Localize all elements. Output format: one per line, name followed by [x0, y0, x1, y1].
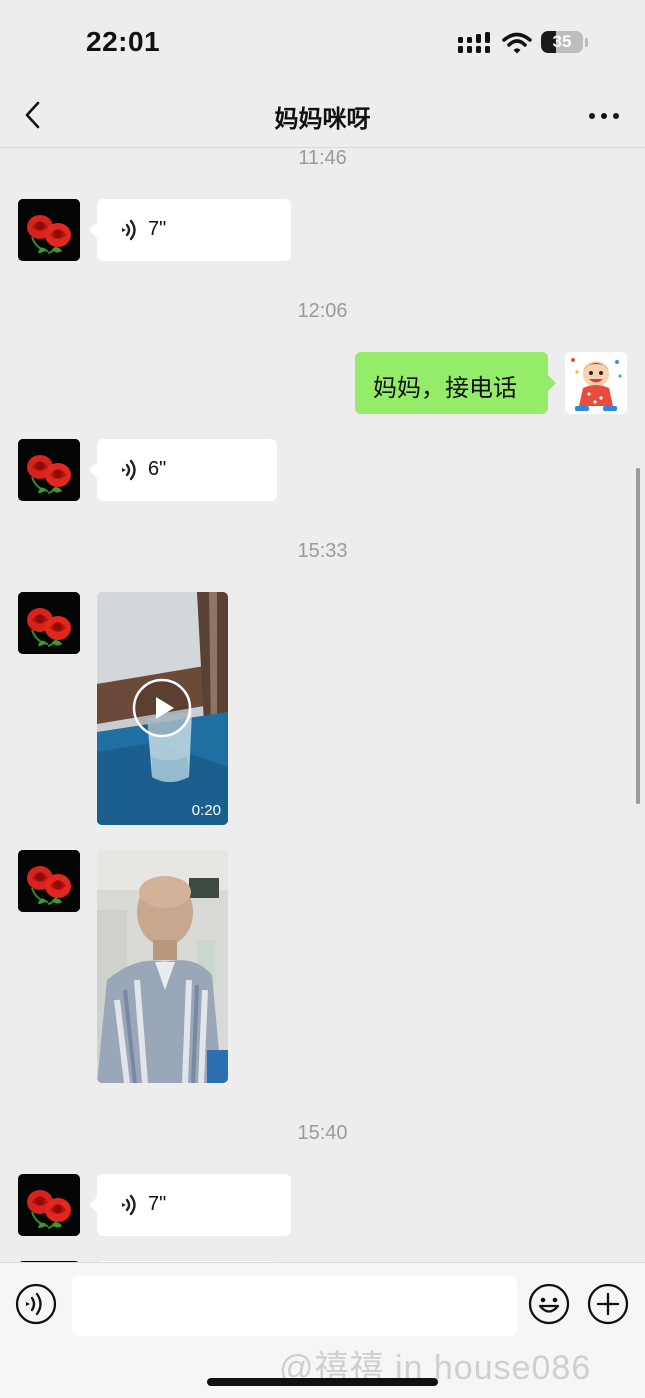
photo-thumbnail	[97, 850, 228, 1083]
contact-avatar[interactable]	[18, 199, 80, 261]
video-message[interactable]: 0:20	[97, 592, 228, 825]
contact-avatar[interactable]	[18, 850, 80, 912]
cellular-signal-icon	[458, 32, 490, 53]
voice-wave-icon	[122, 1194, 136, 1216]
plus-icon[interactable]	[587, 1283, 629, 1325]
rose-avatar-icon	[18, 592, 80, 654]
voice-message-bubble[interactable]: 7"	[89, 199, 291, 261]
rose-avatar-icon	[18, 850, 80, 912]
timestamp: 15:40	[297, 1122, 348, 1144]
voice-wave-icon	[122, 459, 136, 481]
voice-duration: 6"	[148, 458, 167, 480]
message-input[interactable]	[72, 1276, 517, 1336]
battery-indicator: 35	[541, 31, 589, 55]
home-indicator	[207, 1378, 438, 1386]
cartoon-girl-avatar-icon	[565, 352, 627, 414]
rose-avatar-icon	[18, 199, 80, 261]
rose-avatar-icon	[18, 1174, 80, 1236]
voice-message-bubble[interactable]: 7"	[89, 1174, 291, 1236]
battery-cap	[585, 38, 588, 47]
timestamp: 12:06	[297, 300, 348, 322]
voice-mode-icon[interactable]	[15, 1283, 57, 1325]
message-list[interactable]: 11:46 7" 12:06 妈妈，接电话 6" 15:33 0:20 15:4…	[0, 148, 645, 1262]
voice-duration: 7"	[148, 1193, 167, 1215]
battery-level: 35	[552, 32, 572, 51]
contact-avatar[interactable]	[18, 439, 80, 501]
voice-wave-icon	[122, 219, 136, 241]
rose-avatar-icon	[18, 439, 80, 501]
battery-icon: 35	[541, 31, 583, 53]
chat-screen: 22:01 35 妈妈咪呀 11:46 7" 12:06 妈妈，接电话 6" 1…	[0, 0, 645, 1398]
scrollbar[interactable]	[636, 468, 640, 804]
nav-bar: 妈妈咪呀	[0, 85, 645, 148]
more-dots-icon[interactable]	[584, 101, 624, 131]
wifi-icon	[502, 32, 532, 54]
chat-title: 妈妈咪呀	[274, 106, 371, 133]
voice-message-bubble[interactable]: 6"	[89, 439, 277, 501]
contact-avatar[interactable]	[18, 1174, 80, 1236]
status-bar: 22:01 35	[0, 0, 645, 85]
contact-avatar[interactable]	[18, 592, 80, 654]
my-avatar[interactable]	[565, 352, 627, 414]
video-duration: 0:20	[191, 802, 221, 819]
timestamp: 11:46	[298, 148, 347, 169]
play-icon[interactable]	[132, 678, 192, 738]
image-message[interactable]	[97, 850, 228, 1083]
emoji-icon[interactable]	[528, 1283, 570, 1325]
status-time: 22:01	[86, 26, 161, 57]
timestamp: 15:33	[297, 540, 348, 562]
voice-duration: 7"	[148, 218, 167, 240]
message-text: 妈妈，接电话	[373, 375, 517, 402]
text-message-bubble[interactable]: 妈妈，接电话	[355, 352, 556, 414]
